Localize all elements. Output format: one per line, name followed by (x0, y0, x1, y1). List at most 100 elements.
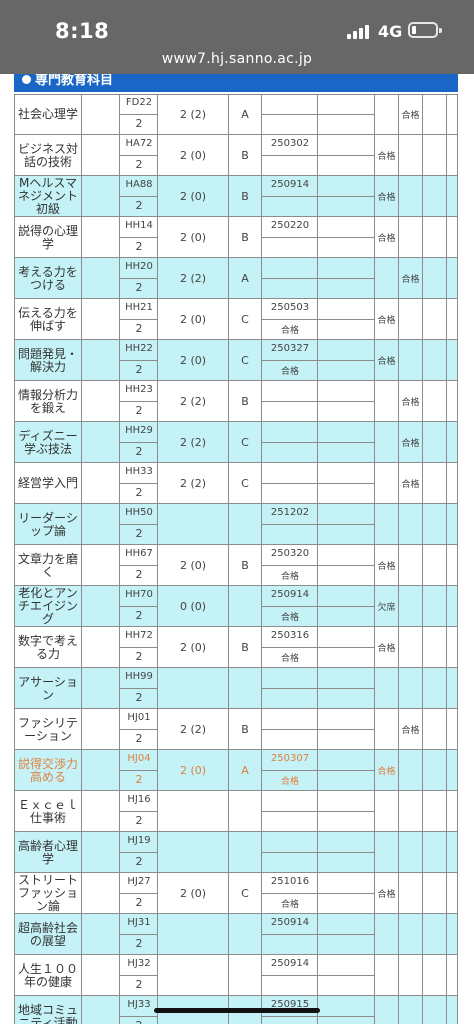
grade-cell: B (228, 545, 261, 586)
result-cell-2 (398, 627, 422, 668)
course-code-cell: FD22 2 (119, 94, 158, 135)
exam-date: 251016 (270, 876, 310, 887)
course-year: 2 (135, 937, 143, 950)
units-cell: 2 (2) (157, 422, 228, 463)
course-name: 数字で考える力 (14, 627, 81, 668)
result-cell: 合格 (374, 750, 398, 791)
empty-cell (422, 996, 446, 1024)
course-code: HH50 (125, 507, 153, 518)
empty-cell (446, 94, 458, 135)
course-name: Mヘルスマネジメント初級 (14, 176, 81, 217)
table-row: 伝える力を伸ばす HH21 2 2 (0) C 250503 合格 合格 (14, 299, 458, 340)
course-name: ストリートファッション論 (14, 873, 81, 914)
result-cell-2 (398, 873, 422, 914)
course-name-text: アサーション (18, 674, 78, 702)
result-cell (374, 381, 398, 422)
empty-cell (446, 873, 458, 914)
course-name-text: リーダーシップ論 (18, 510, 78, 538)
table-row: 説得交渉力高める HJ04 2 2 (0) A 250307 合格 合格 (14, 750, 458, 791)
course-code-cell: HA88 2 (119, 176, 158, 217)
units-cell: 2 (2) (157, 463, 228, 504)
course-name: 伝える力を伸ばす (14, 299, 81, 340)
exam-date-cell (261, 463, 375, 504)
empty-cell (81, 463, 119, 504)
course-year: 2 (135, 527, 143, 540)
course-name-text: ストリートファッション論 (17, 873, 78, 913)
course-name: 人生１００年の健康 (14, 955, 81, 996)
result-cell-2: 合格 (398, 381, 422, 422)
course-code-cell: HH20 2 (119, 258, 158, 299)
empty-cell (446, 422, 458, 463)
result-cell-2: 合格 (398, 709, 422, 750)
course-name: 超高齢社会の展望 (14, 914, 81, 955)
units-cell (157, 832, 228, 873)
grade-cell: A (228, 94, 261, 135)
empty-cell (446, 217, 458, 258)
home-indicator[interactable] (154, 1008, 320, 1013)
course-name: 説得交渉力高める (14, 750, 81, 791)
exam-date-result: 合格 (280, 654, 299, 664)
course-code: HH14 (125, 220, 153, 231)
status-time: 8:18 (55, 19, 110, 43)
cell-divider (120, 852, 158, 853)
units-cell (157, 668, 228, 709)
cell-divider (120, 1016, 158, 1017)
empty-cell (317, 791, 374, 832)
units-cell: 2 (2) (157, 94, 228, 135)
course-code: HH67 (125, 548, 153, 559)
course-name: Ｅｘｃｅｌ仕事術 (14, 791, 81, 832)
empty-cell (317, 955, 374, 996)
empty-cell (422, 94, 446, 135)
course-year: 2 (135, 158, 143, 171)
result-cell-2 (398, 176, 422, 217)
course-code-cell: HH99 2 (119, 668, 158, 709)
table-row: Mヘルスマネジメント初級 HA88 2 2 (0) B 250914 合格 (14, 176, 458, 217)
empty-cell (446, 135, 458, 176)
empty-cell (422, 709, 446, 750)
empty-cell (422, 217, 446, 258)
empty-cell (317, 586, 374, 627)
cell-divider (120, 196, 158, 197)
course-name: 老化とアンチエイジング (14, 586, 81, 627)
units-cell: 0 (0) (157, 586, 228, 627)
grade-cell: B (228, 381, 261, 422)
course-year: 2 (135, 445, 143, 458)
page-content[interactable]: 専門教育科目 社会心理学 FD22 2 2 (2) A 合格 ビジネス対話の技術 HA72 2 2… (0, 74, 474, 1024)
result-cell-2 (398, 545, 422, 586)
course-code-cell: HJ33 2 (119, 996, 158, 1024)
exam-date-cell: 250503 合格 (261, 299, 375, 340)
empty-cell (422, 791, 446, 832)
address-bar[interactable]: www7.hj.sanno.ac.jp (0, 48, 474, 74)
course-name: 社会心理学 (14, 94, 81, 135)
empty-cell (81, 709, 119, 750)
course-year: 2 (135, 240, 143, 253)
empty-cell (81, 873, 119, 914)
units-cell (157, 914, 228, 955)
course-name: ファシリテーション (14, 709, 81, 750)
course-name: 考える力をつける (14, 258, 81, 299)
units-cell: 2 (2) (157, 709, 228, 750)
result-cell: 合格 (374, 340, 398, 381)
empty-cell (317, 545, 374, 586)
empty-cell (317, 422, 374, 463)
course-name-text: ビジネス対話の技術 (17, 141, 78, 169)
exam-date-cell: 250220 (261, 217, 375, 258)
status-bar: 8:18 4G (0, 0, 474, 48)
exam-date-cell (261, 381, 375, 422)
exam-date-cell: 250914 合格 (261, 586, 375, 627)
empty-cell (81, 668, 119, 709)
empty-cell (446, 586, 458, 627)
result-cell: 合格 (374, 135, 398, 176)
empty-cell (81, 832, 119, 873)
result-cell-2 (398, 791, 422, 832)
course-code: HJ33 (127, 999, 151, 1010)
course-code: HH23 (125, 384, 153, 395)
exam-date: 250302 (270, 138, 310, 149)
empty-cell (446, 381, 458, 422)
result-cell (374, 791, 398, 832)
cell-divider (120, 975, 158, 976)
units-cell: 2 (0) (157, 627, 228, 668)
empty-cell (446, 340, 458, 381)
empty-cell (422, 135, 446, 176)
cell-divider (120, 729, 158, 730)
